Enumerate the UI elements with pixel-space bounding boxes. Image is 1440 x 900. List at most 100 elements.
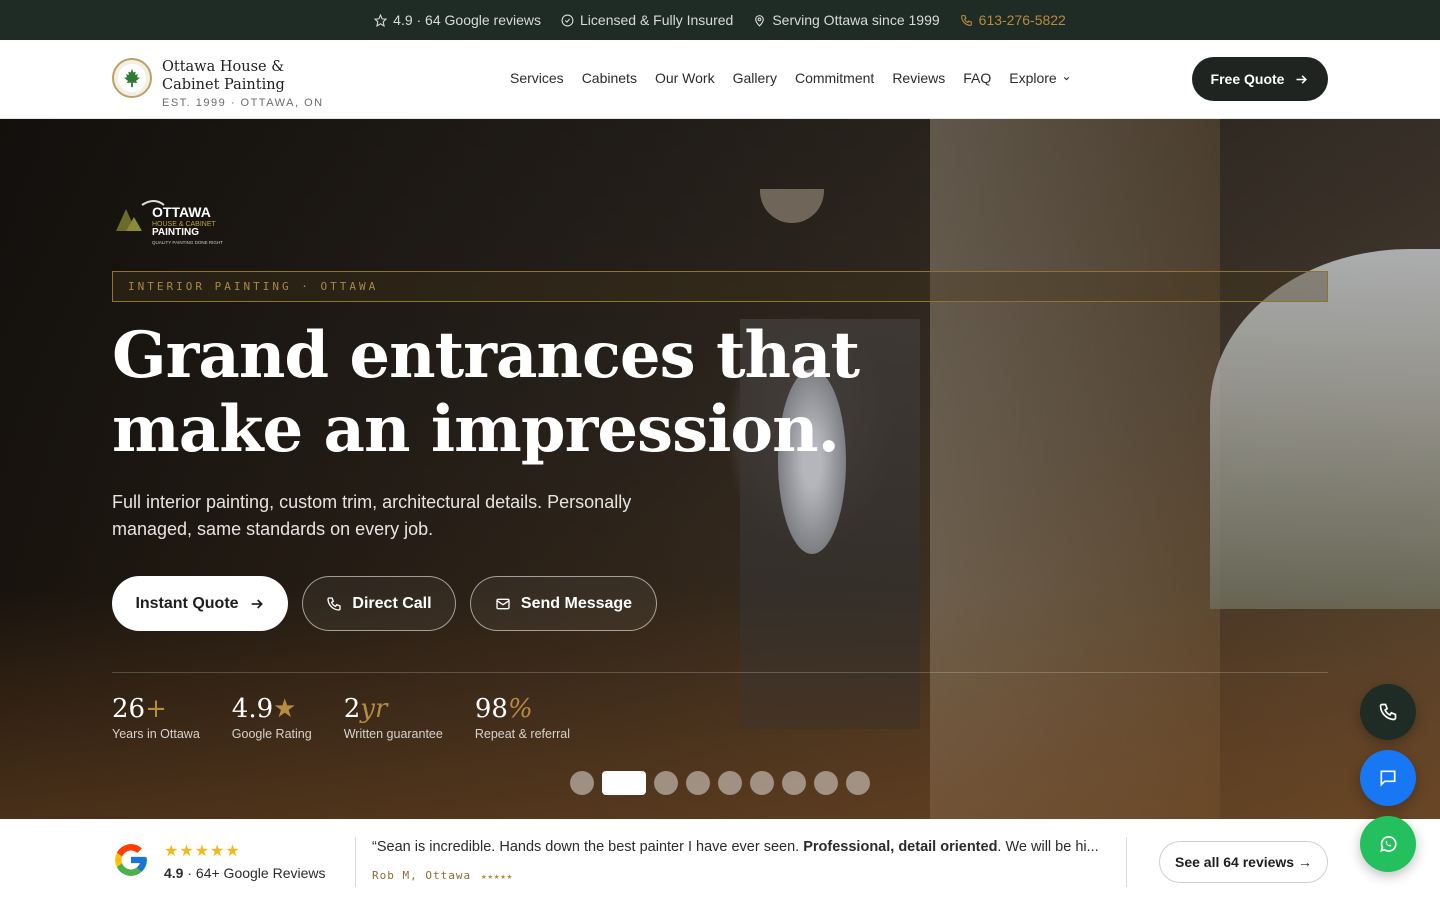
review-author-stars: ★★★★★	[481, 872, 514, 882]
direct-call-label: Direct Call	[352, 594, 432, 612]
nav-gallery[interactable]: Gallery	[733, 70, 777, 86]
check-circle-icon	[561, 14, 574, 26]
send-message-button[interactable]: Send Message	[470, 576, 657, 631]
nav-faq[interactable]: FAQ	[963, 70, 991, 86]
phone-icon	[1379, 703, 1397, 721]
slide-dot-7[interactable]	[782, 771, 806, 795]
slide-dot-2[interactable]	[602, 771, 646, 795]
licensed-info: Licensed & Fully Insured	[561, 12, 733, 28]
see-all-reviews-button[interactable]: See all 64 reviews →	[1159, 841, 1328, 883]
brand-text: Ottawa House & Cabinet Painting EST. 199…	[162, 58, 332, 109]
slide-dot-3[interactable]	[654, 771, 678, 795]
stat-rating-label: Google Rating	[231, 727, 312, 741]
stat-guarantee-suffix: yr	[360, 694, 388, 724]
reviews-separator	[1126, 837, 1127, 887]
send-message-label: Send Message	[520, 594, 633, 612]
brand-logo-link[interactable]: Ottawa House & Cabinet Painting EST. 199…	[112, 58, 332, 109]
stat-repeat-value: 98	[474, 694, 508, 724]
reviews-separator	[355, 837, 356, 887]
svg-text:PAINTING: PAINTING	[152, 227, 199, 238]
instant-quote-label: Instant Quote	[135, 594, 239, 612]
stat-repeat: 98% Repeat & referral	[475, 693, 570, 741]
maple-leaf-seal-icon	[112, 58, 152, 98]
slide-dot-8[interactable]	[814, 771, 838, 795]
nav-cabinets[interactable]: Cabinets	[582, 70, 637, 86]
serving-info: Serving Ottawa since 1999	[753, 12, 940, 28]
phone-icon	[960, 14, 972, 26]
whatsapp-icon	[1380, 836, 1397, 852]
google-stars: ★★★★★	[164, 843, 241, 860]
arrow-right-icon	[1296, 74, 1308, 84]
stat-guarantee-label: Written guarantee	[343, 727, 443, 741]
phone-icon	[327, 596, 342, 611]
stat-rating: 4.9★ Google Rating	[232, 693, 312, 741]
serving-text: Serving Ottawa since 1999	[772, 12, 940, 28]
hero-divider	[112, 672, 1328, 673]
hero-bg-ceiling-lamp	[760, 189, 824, 223]
nav-our-work[interactable]: Our Work	[655, 70, 715, 86]
stat-years-label: Years in Ottawa	[112, 727, 200, 741]
slide-dot-4[interactable]	[686, 771, 710, 795]
google-logo-icon	[115, 844, 147, 876]
topbar-phone-link[interactable]: 613-276-5822	[960, 12, 1066, 28]
map-pin-icon	[755, 14, 765, 27]
google-score: 4.9 · 64+ Google Reviews	[164, 865, 326, 881]
top-info-bar: 4.9 · 64 Google reviews Licensed & Fully…	[0, 0, 1440, 40]
rating-info: 4.9 · 64 Google reviews	[374, 12, 541, 28]
nav-reviews[interactable]: Reviews	[892, 70, 945, 86]
slide-dot-9[interactable]	[846, 771, 870, 795]
reviews-strip: ★★★★★ 4.9 · 64+ Google Reviews “Sean is …	[0, 819, 1440, 900]
slide-pagination	[570, 771, 870, 795]
review-quote-start: “Sean is incredible. Hands down the best…	[372, 839, 804, 855]
review-quote-bold: Professional, detail oriented	[803, 839, 998, 855]
floating-chat-button[interactable]	[1360, 750, 1416, 806]
svg-text:OTTAWA: OTTAWA	[152, 204, 211, 220]
google-score-value: 4.9	[164, 865, 184, 881]
stat-rating-value: 4.9	[231, 694, 274, 724]
google-review-count: · 64+ Google Reviews	[187, 865, 326, 881]
hero-bg-arched-window	[1210, 249, 1440, 609]
instant-quote-button[interactable]: Instant Quote	[112, 576, 288, 631]
hero-category-badge: INTERIOR PAINTING · OTTAWA	[112, 271, 1328, 302]
licensed-text: Licensed & Fully Insured	[580, 12, 734, 28]
star-icon: ★	[273, 694, 297, 724]
brand-established: EST. 1999 · OTTAWA, ON	[162, 97, 324, 109]
company-logo-icon: OTTAWA HOUSE & CABINET PAINTING QUALITY …	[116, 200, 223, 245]
review-quote: “Sean is incredible. Hands down the best…	[372, 839, 1112, 855]
review-author-name: Rob M, Ottawa	[372, 869, 472, 882]
chevron-down-icon	[1063, 76, 1069, 80]
free-quote-button[interactable]: Free Quote	[1192, 57, 1328, 101]
brand-name: Ottawa House & Cabinet Painting	[162, 59, 285, 93]
phone-number: 613-276-5822	[978, 12, 1066, 28]
stat-guarantee: 2yr Written guarantee	[344, 693, 443, 741]
hero-stats: 26+ Years in Ottawa 4.9★ Google Rating 2…	[112, 693, 570, 741]
stat-guarantee-value: 2	[343, 694, 361, 724]
nav-explore[interactable]: Explore	[1009, 70, 1070, 86]
mail-icon	[496, 598, 510, 609]
free-quote-label: Free Quote	[1210, 71, 1285, 87]
stat-repeat-label: Repeat & referral	[474, 727, 571, 741]
stat-years-value: 26	[112, 694, 146, 724]
chat-icon	[1380, 770, 1396, 787]
direct-call-button[interactable]: Direct Call	[302, 576, 456, 631]
review-author: Rob M, Ottawa ★★★★★	[372, 869, 513, 882]
rating-text: 4.9 · 64 Google reviews	[393, 12, 542, 28]
slide-dot-1[interactable]	[570, 771, 594, 795]
nav-commitment[interactable]: Commitment	[795, 70, 874, 86]
star-icon	[374, 13, 388, 27]
nav-explore-label: Explore	[1009, 70, 1057, 86]
site-header: Ottawa House & Cabinet Painting EST. 199…	[0, 40, 1440, 119]
slide-dot-5[interactable]	[718, 771, 742, 795]
hero-headline: Grand entrances that make an impression.	[112, 318, 860, 467]
hero-section: OTTAWA HOUSE & CABINET PAINTING QUALITY …	[0, 119, 1440, 819]
floating-call-button[interactable]	[1360, 684, 1416, 740]
nav-services[interactable]: Services	[510, 70, 564, 86]
svg-text:QUALITY PAINTING DONE RIGHT: QUALITY PAINTING DONE RIGHT	[152, 240, 223, 245]
main-nav: Services Cabinets Our Work Gallery Commi…	[510, 70, 1071, 86]
slide-dot-6[interactable]	[750, 771, 774, 795]
stat-years: 26+ Years in Ottawa	[112, 693, 200, 741]
stat-years-suffix: +	[145, 694, 167, 724]
floating-whatsapp-button[interactable]	[1360, 816, 1416, 872]
stat-repeat-suffix: %	[507, 694, 533, 724]
review-quote-end: . We will be hi...	[997, 839, 1099, 855]
